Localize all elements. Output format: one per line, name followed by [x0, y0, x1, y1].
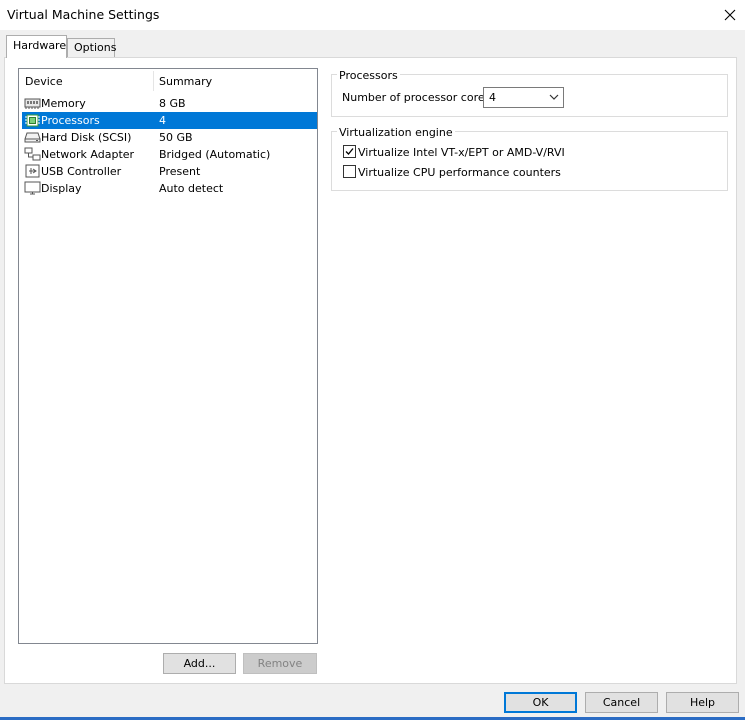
device-row-display[interactable]: Display Auto detect	[22, 180, 317, 197]
device-summary: 8 GB	[159, 97, 186, 110]
perf-counters-label[interactable]: Virtualize CPU performance counters	[358, 166, 561, 179]
device-row-hard-disk[interactable]: Hard Disk (SCSI) 50 GB	[22, 129, 317, 146]
tab-options[interactable]: Options	[67, 38, 116, 57]
device-name: Memory	[41, 97, 86, 110]
device-name: Processors	[41, 114, 100, 127]
column-separator[interactable]	[153, 71, 154, 91]
virtualization-group	[331, 131, 728, 191]
device-row-memory[interactable]: Memory 8 GB	[22, 95, 317, 112]
close-icon	[724, 9, 736, 21]
vtx-label[interactable]: Virtualize Intel VT-x/EPT or AMD-V/RVI	[358, 146, 565, 159]
window-title: Virtual Machine Settings	[7, 7, 160, 22]
column-header-summary[interactable]: Summary	[159, 75, 212, 88]
device-summary: 50 GB	[159, 131, 193, 144]
usb-controller-icon	[24, 164, 41, 179]
device-name: Hard Disk (SCSI)	[41, 131, 132, 144]
device-name: USB Controller	[41, 165, 122, 178]
processors-group-title: Processors	[337, 69, 400, 82]
hardware-panel: Device Summary Memory 8 GB Processors 4 …	[4, 57, 737, 684]
cancel-button[interactable]: Cancel	[585, 692, 658, 713]
chevron-down-icon	[549, 92, 559, 105]
device-list[interactable]: Device Summary Memory 8 GB Processors 4 …	[18, 68, 318, 644]
network-adapter-icon	[24, 147, 41, 162]
cores-select-value: 4	[489, 91, 496, 104]
device-summary: Present	[159, 165, 201, 178]
tab-hardware[interactable]: Hardware	[6, 35, 67, 58]
remove-button[interactable]: Remove	[243, 653, 317, 674]
device-row-processors[interactable]: Processors 4	[22, 112, 317, 129]
device-name: Display	[41, 182, 82, 195]
device-name: Network Adapter	[41, 148, 135, 161]
processor-icon	[24, 113, 41, 128]
memory-icon	[24, 96, 41, 111]
device-summary: Auto detect	[159, 182, 224, 195]
device-summary: Bridged (Automatic)	[159, 148, 271, 161]
device-list-header: Device Summary	[19, 69, 317, 93]
cores-label: Number of processor cores:	[342, 91, 495, 104]
virtualization-group-title: Virtualization engine	[337, 126, 455, 139]
device-row-network-adapter[interactable]: Network Adapter Bridged (Automatic)	[22, 146, 317, 163]
title-bar: Virtual Machine Settings	[0, 0, 745, 30]
help-button[interactable]: Help	[666, 692, 739, 713]
hard-disk-icon	[24, 130, 41, 145]
column-header-device[interactable]: Device	[25, 75, 63, 88]
cores-select[interactable]: 4	[483, 87, 564, 108]
checkmark-icon	[345, 148, 354, 155]
device-row-usb-controller[interactable]: USB Controller Present	[22, 163, 317, 180]
perf-counters-checkbox[interactable]	[343, 165, 356, 178]
display-icon	[24, 181, 41, 196]
add-button[interactable]: Add...	[163, 653, 236, 674]
ok-button[interactable]: OK	[504, 692, 577, 713]
vtx-checkbox[interactable]	[343, 145, 356, 158]
close-button[interactable]	[715, 0, 745, 30]
device-summary: 4	[159, 114, 166, 127]
